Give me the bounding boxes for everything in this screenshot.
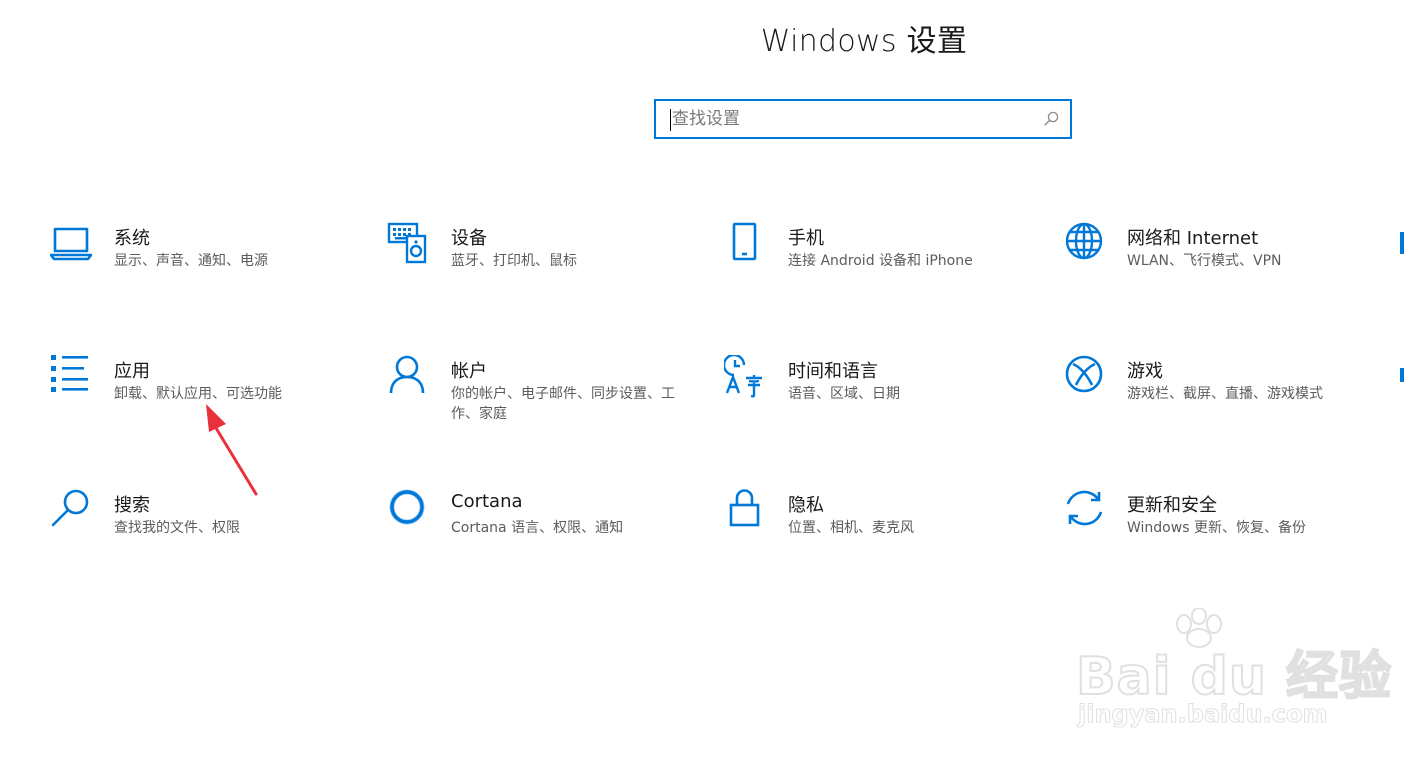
tile-system[interactable]: 系统 显示、声音、通知、电源	[50, 222, 350, 302]
tile-description: 连接 Android 设备和 iPhone	[788, 253, 973, 269]
tile-name: 更新和安全	[1127, 495, 1217, 516]
tile-description: 蓝牙、打印机、鼠标	[451, 253, 577, 269]
tile-cortana[interactable]: Cortana Cortana 语言、权限、通知	[387, 489, 687, 569]
refresh-icon	[1063, 489, 1107, 533]
tile-description: 你的帐户、电子邮件、同步设置、工作、家庭	[451, 386, 675, 422]
partial-tile-icon	[1400, 232, 1404, 254]
time-language-icon	[724, 355, 768, 399]
tile-gaming[interactable]: 游戏 游戏栏、截屏、直播、游戏模式	[1063, 355, 1363, 435]
tile-privacy[interactable]: 隐私 位置、相机、麦克风	[724, 489, 1024, 569]
tile-description: 位置、相机、麦克风	[788, 520, 914, 536]
watermark-url: jingyan.baidu.com	[1077, 700, 1328, 729]
search-input[interactable]	[672, 101, 1032, 137]
lock-icon	[724, 489, 768, 533]
tile-name: 手机	[788, 228, 824, 249]
tile-name: 帐户	[451, 361, 487, 382]
tile-search[interactable]: 搜索 查找我的文件、权限	[50, 489, 350, 569]
watermark: Bai du 经验 jingyan.baidu.com	[1075, 608, 1392, 729]
tile-phone[interactable]: 手机 连接 Android 设备和 iPhone	[724, 222, 1024, 302]
tile-name: 设备	[451, 228, 487, 249]
cortana-icon	[387, 489, 431, 533]
tile-name: 网络和 Internet	[1127, 228, 1259, 249]
phone-icon	[724, 222, 768, 266]
tile-description: 游戏栏、截屏、直播、游戏模式	[1127, 386, 1323, 402]
laptop-icon	[50, 222, 94, 266]
annotation-arrow-icon	[206, 404, 258, 496]
search-icon[interactable]	[1042, 110, 1060, 128]
tile-name: 应用	[114, 361, 150, 382]
tile-network[interactable]: 网络和 Internet WLAN、飞行模式、VPN	[1063, 222, 1363, 302]
app-list-icon	[50, 355, 94, 399]
tile-description: Cortana 语言、权限、通知	[451, 520, 624, 536]
tile-name: 系统	[114, 228, 150, 249]
page-title: Windows 设置	[760, 24, 968, 59]
xbox-icon	[1063, 355, 1107, 399]
tile-time-language[interactable]: 时间和语言 语音、区域、日期	[724, 355, 1024, 435]
tile-description: 语音、区域、日期	[788, 386, 900, 402]
person-icon	[387, 355, 431, 399]
tile-update-security[interactable]: 更新和安全 Windows 更新、恢复、备份	[1063, 489, 1363, 569]
tile-devices[interactable]: 设备 蓝牙、打印机、鼠标	[387, 222, 687, 302]
partial-tile-icon	[1400, 368, 1404, 382]
keyboard-speaker-icon	[387, 222, 431, 266]
tile-name: 隐私	[788, 495, 824, 516]
magnifier-icon	[50, 489, 94, 533]
text-caret	[670, 109, 671, 131]
tile-accounts[interactable]: 帐户 你的帐户、电子邮件、同步设置、工作、家庭	[387, 355, 687, 435]
watermark-brand: Bai du 经验	[1075, 646, 1392, 708]
tile-name: 搜索	[114, 495, 150, 516]
search-box[interactable]	[654, 99, 1072, 139]
settings-window: Windows 设置 系统 显示、声音、通知、电源	[0, 0, 1404, 760]
tile-description: Windows 更新、恢复、备份	[1127, 520, 1306, 536]
tile-description: 查找我的文件、权限	[114, 520, 240, 536]
tile-name: Cortana	[451, 491, 523, 512]
tile-name: 游戏	[1127, 361, 1163, 382]
globe-icon	[1063, 222, 1107, 266]
tile-description: 显示、声音、通知、电源	[114, 253, 268, 269]
tile-description: WLAN、飞行模式、VPN	[1127, 253, 1282, 269]
tile-name: 时间和语言	[788, 361, 878, 382]
